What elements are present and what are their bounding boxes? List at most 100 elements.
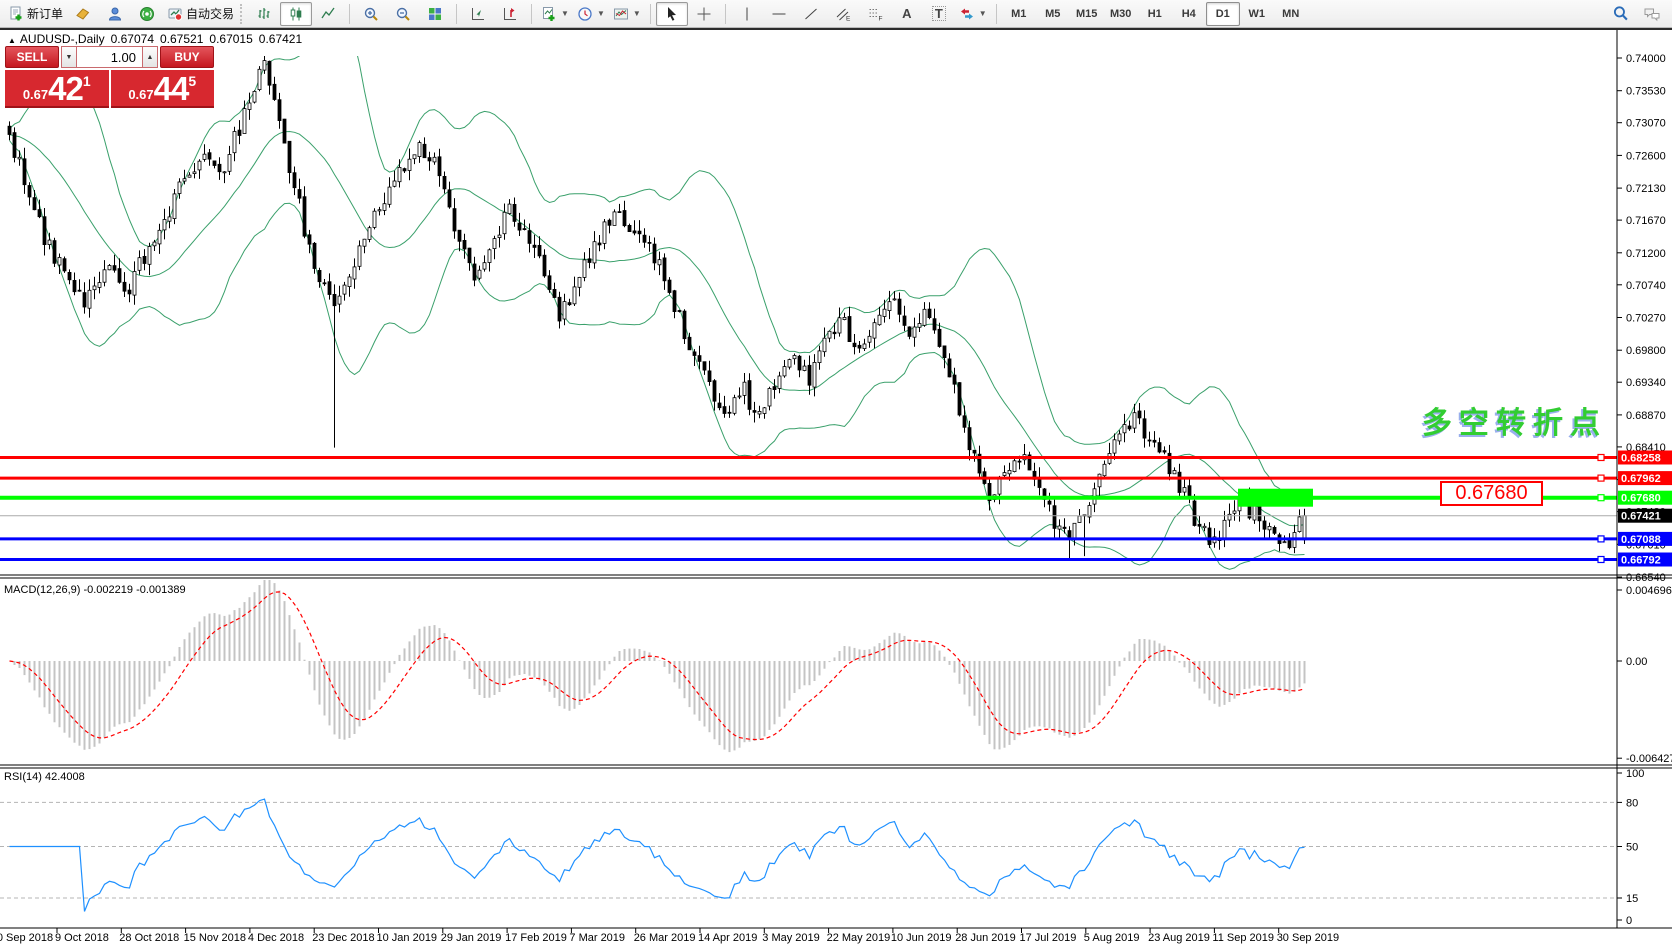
candle-body	[273, 84, 276, 99]
candle-body	[853, 343, 856, 347]
crosshair-tool-button[interactable]	[688, 2, 720, 26]
candle-body	[183, 179, 186, 181]
buy-price-fraction: 0.67	[128, 87, 153, 105]
candlestick-chart-button[interactable]	[280, 2, 312, 26]
candle-body	[283, 119, 286, 143]
fibonacci-tool-button[interactable]: F	[859, 2, 891, 26]
volume-increase-button[interactable]: ▲	[142, 46, 158, 68]
candle-body	[933, 319, 936, 330]
candle-body	[93, 286, 96, 290]
equidistant-channel-tool-button[interactable]: E	[827, 2, 859, 26]
candle-body	[868, 336, 871, 342]
chat-button[interactable]	[1636, 2, 1668, 26]
date-axis-label: 22 May 2019	[827, 932, 891, 944]
candle-body	[103, 270, 106, 282]
candle-body	[433, 157, 436, 162]
timeframe-button-M15[interactable]: M15	[1070, 2, 1104, 26]
date-axis-label: 7 Mar 2019	[569, 932, 625, 944]
auto-trading-button[interactable]: 自动交易	[163, 2, 238, 26]
indicators-icon	[541, 6, 557, 22]
timeframe-button-M30[interactable]: M30	[1104, 2, 1138, 26]
auto-scroll-button[interactable]	[462, 2, 494, 26]
macd-axis-tick-label: -0.006427	[1626, 753, 1672, 765]
market-watch-button[interactable]	[67, 2, 99, 26]
candle-body	[888, 302, 891, 311]
level-price-label: 0.67088	[1621, 534, 1661, 546]
timeframe-button-M5[interactable]: M5	[1036, 2, 1070, 26]
candle-body	[368, 228, 371, 240]
vertical-line-tool-button[interactable]	[731, 2, 763, 26]
level-line-handle[interactable]	[1598, 475, 1604, 481]
buy-button[interactable]: BUY	[160, 46, 214, 68]
templates-button[interactable]: ▼	[609, 2, 645, 26]
line-chart-icon	[320, 6, 336, 22]
candle-body	[548, 276, 551, 290]
chart-canvas[interactable]: 0.740000.735300.730700.726000.721300.716…	[0, 30, 1672, 947]
date-axis-label: 11 Sep 2019	[1212, 932, 1274, 944]
candle-body	[903, 316, 906, 325]
candle-body	[1113, 440, 1116, 453]
zoom-in-button[interactable]	[355, 2, 387, 26]
price-axis-tick-label: 0.72600	[1626, 150, 1666, 162]
sell-price[interactable]: 0.67421	[5, 70, 109, 108]
rsi-axis-tick-label: 0	[1626, 915, 1632, 927]
candle-body	[968, 428, 971, 450]
new-order-button[interactable]: 新订单	[4, 2, 67, 26]
timeframe-button-H1[interactable]: H1	[1138, 2, 1172, 26]
zoom-out-button[interactable]	[387, 2, 419, 26]
candle-body	[393, 181, 396, 186]
candle-body	[408, 159, 411, 170]
candle-body	[78, 290, 81, 291]
sell-button[interactable]: SELL	[5, 46, 59, 68]
candle-body	[763, 408, 766, 414]
signals-button[interactable]	[131, 2, 163, 26]
price-axis-tick-label: 0.66540	[1626, 572, 1666, 584]
bar-chart-button[interactable]	[248, 2, 280, 26]
toolbar-separator	[349, 4, 350, 24]
timeframe-button-M1[interactable]: M1	[1002, 2, 1036, 26]
cursor-tool-button[interactable]	[656, 2, 688, 26]
fibonacci-icon: F	[867, 6, 883, 22]
level-line-handle[interactable]	[1598, 495, 1604, 501]
level-line-handle[interactable]	[1598, 455, 1604, 461]
horizontal-line-tool-button[interactable]	[763, 2, 795, 26]
candle-body	[1228, 514, 1231, 520]
candle-body	[883, 309, 886, 316]
chart-shift-button[interactable]	[494, 2, 526, 26]
trendline-tool-button[interactable]	[795, 2, 827, 26]
candle-body	[658, 260, 661, 265]
timeframe-button-D1[interactable]: D1	[1206, 2, 1240, 26]
buy-price-big: 44	[154, 73, 189, 105]
indicators-button[interactable]: ▼	[537, 2, 573, 26]
timeframe-button-H4[interactable]: H4	[1172, 2, 1206, 26]
volume-decrease-button[interactable]: ▼	[61, 46, 77, 68]
level-line-handle[interactable]	[1598, 557, 1604, 563]
tile-windows-button[interactable]	[419, 2, 451, 26]
candle-body	[723, 407, 726, 414]
level-line-handle[interactable]	[1598, 536, 1604, 542]
candle-body	[323, 283, 326, 284]
candle-body	[398, 167, 401, 181]
buy-price[interactable]: 0.67445	[111, 70, 215, 108]
turning-point-annotation[interactable]: 多空转折点	[1422, 398, 1607, 442]
candle-body	[788, 360, 791, 368]
level-price-label: 0.66792	[1621, 555, 1661, 567]
text-label-tool-button[interactable]: T	[923, 2, 955, 26]
navigator-button[interactable]	[99, 2, 131, 26]
arrows-tool-button[interactable]: ▼	[955, 2, 991, 26]
candle-body	[783, 367, 786, 376]
date-axis-label: 10 Jan 2019	[377, 932, 438, 944]
candle-body	[453, 209, 456, 231]
toolbar-separator	[650, 4, 651, 24]
macd-axis-tick-label: 0.00	[1626, 656, 1647, 668]
dropdown-arrow-icon: ▼	[633, 9, 641, 18]
chart-title: ▲AUDUSD-,Daily0.670740.675210.670150.674…	[8, 32, 308, 46]
search-button[interactable]	[1604, 2, 1636, 26]
timeframe-button-W1[interactable]: W1	[1240, 2, 1274, 26]
text-tool-button[interactable]: A	[891, 2, 923, 26]
volume-input[interactable]	[77, 46, 142, 68]
price-level-annotation-box[interactable]: 0.67680	[1440, 481, 1543, 506]
periods-button[interactable]: ▼	[573, 2, 609, 26]
timeframe-button-MN[interactable]: MN	[1274, 2, 1308, 26]
line-chart-button[interactable]	[312, 2, 344, 26]
